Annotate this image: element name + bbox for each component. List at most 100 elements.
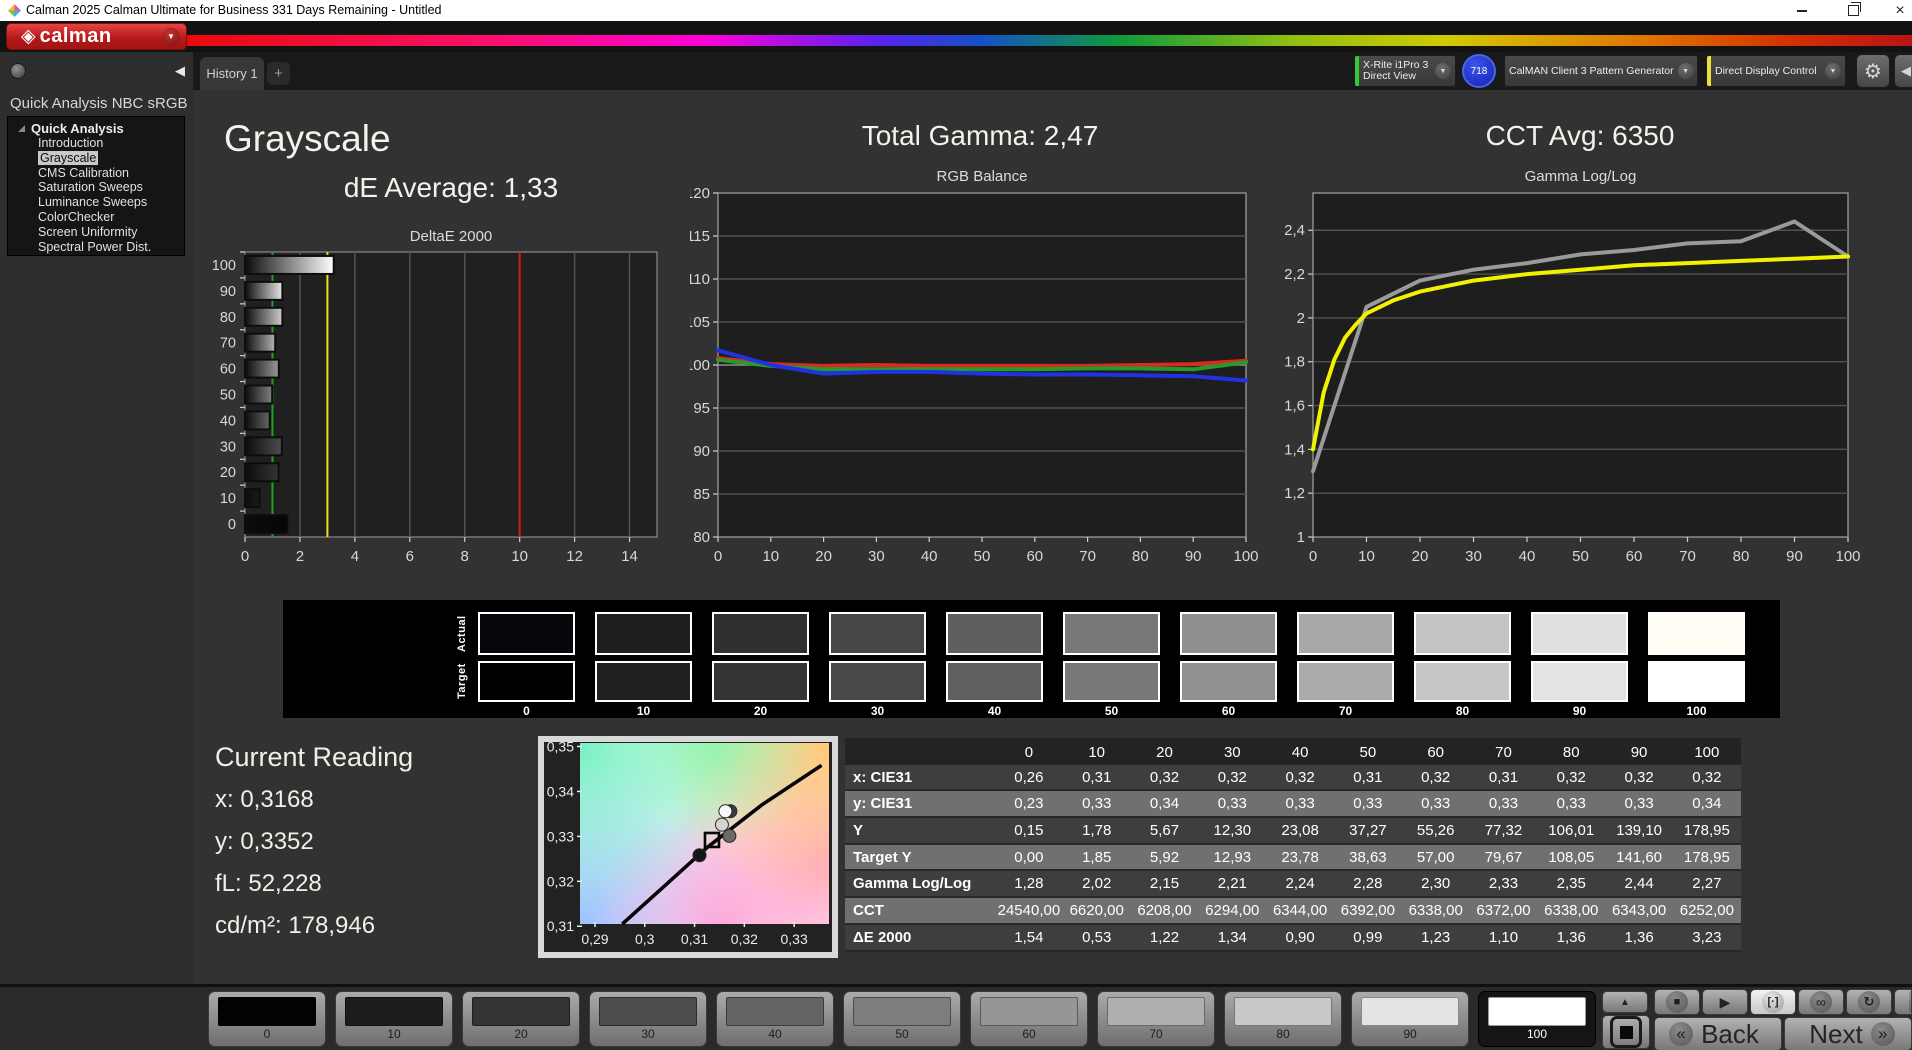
pattern-level-button-30[interactable]: 30	[589, 991, 707, 1047]
chevron-down-icon: ▼	[1830, 68, 1837, 75]
continuous-measure-button[interactable]: ∞	[1798, 989, 1844, 1015]
table-cell: 0,33	[1198, 791, 1266, 818]
meter-device-selector[interactable]: X-Rite i1Pro 3 Direct View ▼	[1354, 55, 1456, 87]
pattern-level-button-40[interactable]: 40	[716, 991, 834, 1047]
exposure-badge[interactable]: 718	[1462, 54, 1496, 88]
sidebar-item-introduction[interactable]: Introduction	[8, 136, 184, 151]
table-cell: 108,05	[1537, 845, 1605, 872]
add-tab-button[interactable]: +	[267, 62, 290, 85]
pattern-level-button-70[interactable]: 70	[1097, 991, 1215, 1047]
svg-text:0: 0	[241, 548, 249, 565]
svg-text:30: 30	[868, 548, 885, 565]
svg-text:90: 90	[1786, 548, 1803, 565]
svg-text:30: 30	[220, 439, 236, 455]
svg-text:105: 105	[690, 314, 710, 331]
actual-swatch-60	[1180, 612, 1277, 655]
calman-logo-text: calman	[40, 25, 112, 48]
sidebar-item-saturation-sweeps[interactable]: Saturation Sweeps	[8, 180, 184, 195]
sidebar-item-screen-uniformity[interactable]: Screen Uniformity	[8, 225, 184, 240]
panel-collapse-button[interactable]: ◀	[1894, 54, 1912, 88]
table-cell: 0,23	[995, 791, 1063, 818]
workflow-dot-button[interactable]	[10, 63, 26, 79]
table-cell: 5,92	[1131, 845, 1199, 872]
svg-text:2: 2	[296, 548, 304, 565]
table-row-label: ΔE 2000	[845, 925, 995, 952]
table-cell: 1,54	[995, 925, 1063, 952]
svg-text:20: 20	[220, 465, 236, 481]
sidebar-collapse-button[interactable]: ◀	[175, 63, 185, 79]
extra-transport-button[interactable]	[1894, 989, 1912, 1015]
table-cell: 0,32	[1673, 765, 1741, 792]
table-cell: 6372,00	[1470, 898, 1538, 925]
actual-swatch-40	[946, 612, 1043, 655]
pattern-level-button-80[interactable]: 80	[1224, 991, 1342, 1047]
rgb-balance-chart: RGB Balance80859095100105110115120010203…	[690, 165, 1270, 575]
strip-level-label: 30	[829, 704, 926, 718]
calman-menu-dropdown[interactable]: ▼	[162, 28, 180, 46]
meter-dropdown[interactable]: ▼	[1678, 63, 1694, 79]
table-cell: 0,33	[1063, 791, 1131, 818]
pattern-generator-selector[interactable]: CalMAN Client 3 Pattern Generator ▼	[1504, 55, 1698, 87]
svg-text:30: 30	[1465, 548, 1482, 565]
svg-text:0: 0	[228, 517, 236, 533]
display-control-selector[interactable]: Direct Display Control ▼	[1706, 55, 1846, 87]
restore-icon	[1848, 5, 1859, 16]
svg-text:1,4: 1,4	[1285, 441, 1305, 458]
pattern-level-label: 20	[463, 1027, 579, 1041]
minimize-button[interactable]	[1780, 0, 1824, 21]
sidebar-item-cms-calibration[interactable]: CMS Calibration	[8, 166, 184, 181]
chevron-left-icon: ◀	[1901, 63, 1911, 79]
back-label: Back	[1701, 1019, 1759, 1050]
badge-value: 718	[1471, 66, 1488, 77]
pattern-window-button[interactable]	[1602, 1015, 1650, 1049]
pattern-level-button-10[interactable]: 10	[335, 991, 453, 1047]
single-measure-button[interactable]: [·]	[1750, 989, 1796, 1015]
svg-text:6: 6	[406, 548, 414, 565]
table-cell: 1,36	[1605, 925, 1673, 952]
table-header-10: 10	[1063, 738, 1131, 768]
stop-button[interactable]: ■	[1654, 989, 1700, 1015]
svg-text:100: 100	[690, 357, 710, 374]
calman-diamond-icon: ◈	[21, 27, 36, 46]
sidebar-item-grayscale[interactable]: Grayscale	[8, 151, 184, 166]
play-button[interactable]: ▶	[1702, 989, 1748, 1015]
close-button[interactable]: ×	[1878, 0, 1912, 21]
cie-chart-panel: 0,350,340,330,320,310,290,30,310,320,33	[538, 736, 838, 958]
page-title: Grayscale	[224, 118, 391, 160]
svg-text:20: 20	[1412, 548, 1429, 565]
pattern-level-button-20[interactable]: 20	[462, 991, 580, 1047]
pattern-level-button-100[interactable]: 100	[1478, 991, 1596, 1047]
sidebar-item-luminance-sweeps[interactable]: Luminance Sweeps	[8, 195, 184, 210]
next-button[interactable]: Next »	[1784, 1017, 1912, 1050]
restore-button[interactable]	[1831, 0, 1875, 21]
table-cell: 0,26	[995, 765, 1063, 792]
meter-dropdown[interactable]: ▼	[1825, 63, 1841, 79]
svg-text:0,34: 0,34	[547, 783, 574, 799]
pattern-level-label: 0	[209, 1027, 325, 1041]
target-swatch-40	[946, 661, 1043, 702]
refresh-button[interactable]: ↻	[1846, 989, 1892, 1015]
pattern-level-button-60[interactable]: 60	[970, 991, 1088, 1047]
grayscale-swatch-strip: ActualTarget0102030405060708090100	[283, 600, 1780, 718]
table-cell: 0,32	[1402, 765, 1470, 792]
svg-text:90: 90	[220, 284, 236, 300]
pattern-level-button-50[interactable]: 50	[843, 991, 961, 1047]
svg-text:1,2: 1,2	[1285, 485, 1305, 502]
svg-text:100: 100	[1835, 548, 1860, 565]
meter-dropdown[interactable]: ▼	[1435, 63, 1451, 79]
pattern-level-button-0[interactable]: 0	[208, 991, 326, 1047]
sidebar-item-colorchecker[interactable]: ColorChecker	[8, 210, 184, 225]
sidebar-item-spectral-power-dist-[interactable]: Spectral Power Dist.	[8, 240, 184, 255]
meter-line1: CalMAN Client 3 Pattern Generator	[1509, 66, 1674, 77]
pattern-level-button-90[interactable]: 90	[1351, 991, 1469, 1047]
settings-button[interactable]: ⚙	[1856, 54, 1890, 88]
pattern-panel-up-button[interactable]: ▲	[1602, 991, 1648, 1013]
tree-root-quick-analysis[interactable]: Quick Analysis	[8, 120, 184, 136]
calman-menu-button[interactable]: ◈ calman ▼	[6, 23, 187, 50]
strip-row-label-actual: Actual	[455, 612, 469, 655]
pattern-level-swatch	[1234, 997, 1332, 1026]
strip-level-label: 90	[1531, 704, 1628, 718]
back-button[interactable]: « Back	[1654, 1017, 1782, 1050]
strip-level-label: 10	[595, 704, 692, 718]
tab-history-1[interactable]: History 1	[200, 57, 264, 90]
